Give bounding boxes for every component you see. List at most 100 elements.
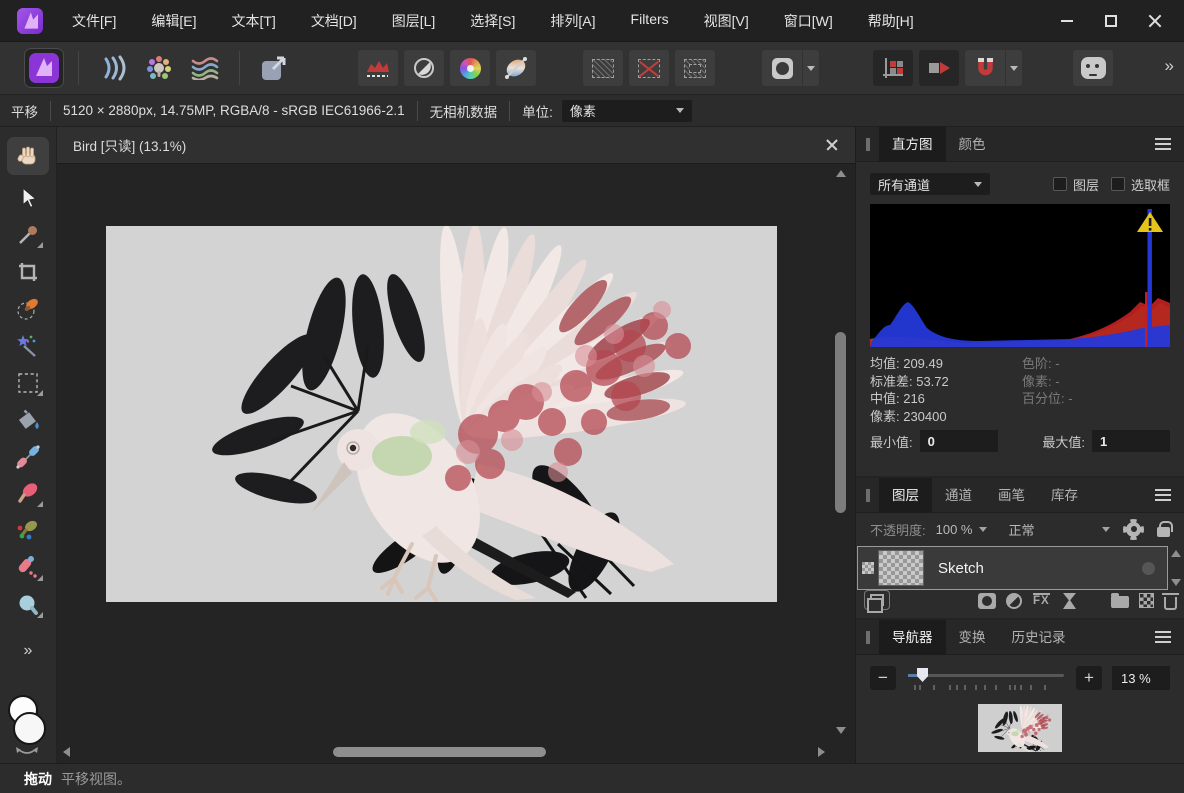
blend-options-gear-icon[interactable] — [1126, 522, 1141, 537]
mask-layer-button[interactable] — [978, 593, 996, 609]
menu-edit[interactable]: 编辑[E] — [151, 11, 196, 31]
layer-list-scrollbar[interactable] — [1168, 546, 1184, 590]
move-tool[interactable] — [10, 184, 46, 212]
quick-mask-button[interactable] — [762, 50, 802, 86]
vertical-scroll-thumb[interactable] — [835, 332, 846, 513]
channel-select[interactable]: 所有通道 — [870, 173, 990, 195]
menu-text[interactable]: 文本[T] — [231, 11, 275, 31]
close-icon[interactable] — [1148, 14, 1162, 28]
menu-arrange[interactable]: 排列[A] — [550, 11, 595, 31]
color-swatches[interactable] — [5, 695, 51, 751]
panel-menu-icon[interactable] — [1155, 135, 1171, 153]
panel-menu-icon[interactable] — [1155, 628, 1171, 646]
new-layer-button[interactable] — [1139, 593, 1154, 608]
selection-brush-tool[interactable] — [10, 295, 46, 323]
flood-fill-tool[interactable] — [10, 406, 46, 434]
maximize-icon[interactable] — [1104, 14, 1118, 28]
tab-brushes[interactable]: 画笔 — [985, 478, 1038, 513]
pixel-brush-tool[interactable] — [10, 554, 46, 582]
deselect-button[interactable] — [629, 50, 669, 86]
blur-tool[interactable] — [10, 591, 46, 619]
lock-icon[interactable] — [1157, 527, 1170, 537]
delete-layer-button[interactable] — [1164, 593, 1177, 610]
tab-stock[interactable]: 库存 — [1038, 478, 1091, 513]
develop-persona-button[interactable] — [139, 48, 179, 88]
select-all-button[interactable] — [583, 50, 623, 86]
grid-toggle-button[interactable] — [873, 50, 913, 86]
layer-name[interactable]: Sketch — [938, 560, 984, 577]
tab-channels[interactable]: 通道 — [932, 478, 985, 513]
canvas-image[interactable] — [106, 226, 777, 602]
color-picker-tool[interactable] — [10, 221, 46, 249]
paint-brush-tool[interactable] — [10, 480, 46, 508]
max-input[interactable] — [1092, 430, 1170, 452]
snapping-button[interactable] — [965, 50, 1005, 86]
panel-menu-icon[interactable] — [1155, 486, 1171, 504]
opacity-value[interactable]: 100 % — [936, 522, 973, 537]
view-hand-tool[interactable] — [7, 137, 49, 175]
menu-help[interactable]: 帮助[H] — [868, 11, 914, 31]
assistant-button[interactable] — [1073, 50, 1113, 86]
photo-persona-button[interactable] — [24, 48, 64, 88]
auto-colors-button[interactable] — [450, 50, 490, 86]
fill-color-swatch[interactable] — [13, 712, 46, 745]
horizontal-scroll-thumb[interactable] — [333, 747, 546, 757]
menu-view[interactable]: 视图[V] — [704, 11, 749, 31]
zoom-slider[interactable] — [908, 665, 1064, 691]
tab-transform[interactable]: 变换 — [946, 620, 999, 655]
zoom-out-button[interactable]: − — [870, 666, 896, 690]
marquee-checkbox[interactable] — [1111, 177, 1125, 191]
document-tab[interactable]: Bird [只读] (13.1%) — [57, 127, 855, 164]
auto-levels-button[interactable] — [358, 50, 398, 86]
panel-grip-icon[interactable] — [866, 631, 870, 644]
snapping-dropdown[interactable] — [1006, 50, 1022, 86]
zoom-slider-thumb[interactable] — [917, 668, 928, 682]
liquify-persona-button[interactable] — [93, 48, 133, 88]
flood-select-tool[interactable] — [10, 332, 46, 360]
scroll-left-icon[interactable] — [63, 747, 70, 757]
scroll-up-icon[interactable] — [1171, 550, 1181, 557]
blend-mode-dropdown-icon[interactable] — [1102, 527, 1110, 532]
chevron-down-icon[interactable] — [979, 527, 987, 532]
clipping-warning-icon[interactable] — [1136, 210, 1164, 234]
menu-select[interactable]: 选择[S] — [470, 11, 515, 31]
scroll-up-icon[interactable] — [836, 170, 846, 177]
invert-selection-button[interactable] — [675, 50, 715, 86]
minimize-icon[interactable] — [1060, 14, 1074, 28]
horizontal-scrollbar[interactable] — [60, 744, 828, 760]
panel-grip-icon[interactable] — [866, 489, 870, 502]
gradient-tool[interactable] — [10, 443, 46, 471]
zoom-value-input[interactable] — [1112, 666, 1170, 690]
tab-navigator[interactable]: 导航器 — [879, 620, 946, 655]
quick-mask-dropdown[interactable] — [803, 50, 819, 86]
tone-mapping-persona-button[interactable] — [185, 48, 225, 88]
zoom-in-button[interactable]: + — [1076, 666, 1102, 690]
adjustment-layer-button[interactable] — [1006, 593, 1022, 609]
pixel-move-button[interactable] — [919, 50, 959, 86]
units-select[interactable]: 像素 — [562, 100, 692, 122]
menu-file[interactable]: 文件[F] — [72, 11, 116, 31]
tab-layers[interactable]: 图层 — [879, 478, 932, 513]
duplicate-layer-button[interactable] — [864, 590, 890, 610]
crop-tool[interactable] — [10, 258, 46, 286]
live-filter-button[interactable] — [1063, 593, 1076, 609]
menu-layer[interactable]: 图层[L] — [392, 11, 436, 31]
swap-colors-icon[interactable] — [15, 747, 39, 757]
blend-mode-value[interactable]: 正常 — [1009, 520, 1035, 539]
scroll-right-icon[interactable] — [818, 747, 825, 757]
menu-filters[interactable]: Filters — [631, 11, 669, 31]
menu-window[interactable]: 窗口[W] — [784, 11, 833, 31]
layer-thumbnail[interactable] — [878, 550, 924, 586]
tab-close-icon[interactable] — [825, 138, 839, 152]
canvas-viewport[interactable] — [57, 164, 837, 741]
toolbar-overflow-button[interactable]: » — [1165, 56, 1174, 76]
more-tools-button[interactable]: » — [24, 642, 33, 660]
colour-replacement-brush-tool[interactable] — [10, 517, 46, 545]
panel-grip-icon[interactable] — [866, 138, 870, 151]
auto-contrast-button[interactable] — [404, 50, 444, 86]
min-input[interactable] — [920, 430, 998, 452]
tab-color[interactable]: 颜色 — [946, 127, 999, 162]
zoom-slider-track[interactable] — [908, 674, 1064, 677]
layer-visibility-toggle[interactable] — [1142, 562, 1155, 575]
group-layers-button[interactable] — [1111, 593, 1129, 608]
